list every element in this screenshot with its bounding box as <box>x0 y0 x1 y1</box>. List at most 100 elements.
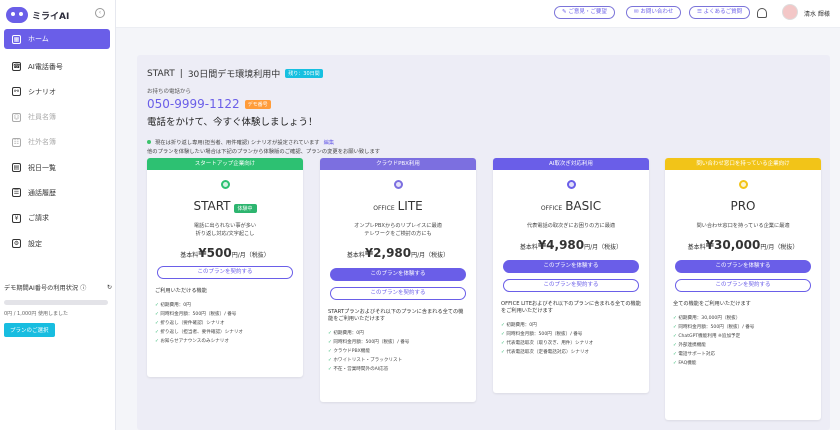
staff-icon: ☺ <box>12 112 21 122</box>
plan-header: AI取次ぎ対応利用 <box>493 158 649 170</box>
sidebar-item-1[interactable]: ☎ AI電話番号 <box>4 54 110 79</box>
plan-header: クラウドPBX利用 <box>320 158 476 170</box>
contract-plan-button[interactable]: このプランを契約する <box>675 279 811 292</box>
scenario-icon: ⚯ <box>12 87 21 97</box>
scenario-note: 現在は折り返し専用(担当者、用件確認) シナリオが設定されています 編集 <box>147 138 334 146</box>
sidebar-item-label: シナリオ <box>28 87 56 96</box>
home-icon: ▦ <box>12 34 21 44</box>
feature-item: 外部連携機能 <box>673 341 821 350</box>
sidebar-item-label: 社員名簿 <box>28 113 56 122</box>
robot-logo-icon <box>6 7 28 23</box>
plan-card: 問い合わせ窓口を持っている企業向け PRO 問い合わせ窓口を持っている企業に最適基本… <box>665 158 821 420</box>
feature-item: 代表電話取次（定番電話対応）シナリオ <box>501 348 649 357</box>
feature-list: 初期費用：0円同時料金月額：500円（税抜）/ 番号折り返し（要件確認）シナリオ… <box>155 301 303 346</box>
feature-title: ご利用いただける機能 <box>155 288 207 294</box>
plan-icon <box>393 180 403 189</box>
try-plan-button[interactable]: このプランを体験する <box>330 268 466 281</box>
plan-note: 他のプランを体験したい場合は下記のプランから体験版のご確認、プランの変更をお願い… <box>147 149 381 155</box>
usage-panel: デモ期間AI番号の利用状況 ⓘ ↻ 0円 / 1,000円 使用しました プラン… <box>4 283 112 337</box>
plan-name: PRO <box>730 199 756 213</box>
usage-text: 0円 / 1,000円 使用しました <box>4 311 68 317</box>
days-remaining-badge: 残り：30日間 <box>285 69 323 78</box>
plan-icon <box>566 180 576 189</box>
feature-item: 代表電話取次（取り次ぎ、用件）シナリオ <box>501 339 649 348</box>
feature-item: お知らせアナウンスのみシナリオ <box>155 337 303 346</box>
history-icon: ☰ <box>12 188 21 198</box>
feedback-button[interactable]: ✎ ご意見・ご要望 <box>554 6 615 19</box>
logo-text: ミライAI <box>32 11 70 22</box>
plan-price: 基本料¥2,980円/月（税抜） <box>346 246 450 260</box>
usage-bar <box>4 300 108 305</box>
plan-desc: オンプレPBXからのリプレイスに最適 テレワークをご検討の方にも <box>354 223 442 237</box>
plan-icon <box>738 180 748 189</box>
feature-item: 初期費用：30,000円（税抜） <box>673 314 821 323</box>
demo-number-badge: デモ番号 <box>244 99 271 109</box>
sidebar-item-7[interactable]: ¥ ご請求 <box>4 206 110 231</box>
sidebar-item-label: 祝日一覧 <box>28 163 56 172</box>
try-plan-button[interactable]: このプランを体験する <box>675 260 811 273</box>
calendar-icon: ▤ <box>12 163 21 173</box>
plan-price: 基本料¥500円/月（税抜） <box>180 246 270 260</box>
sidebar-item-label: 設定 <box>28 239 42 248</box>
plan-header: スタートアップ企業向け <box>147 158 303 170</box>
feature-item: 初期費用：0円 <box>501 321 649 330</box>
feature-item: 不在・営業時間外のAI応答 <box>328 365 476 374</box>
plan-header: 問い合わせ窓口を持っている企業向け <box>665 158 821 170</box>
try-plan-button[interactable]: このプランを体験する <box>503 260 639 273</box>
bell-icon[interactable] <box>757 8 767 18</box>
plan-card: スタートアップ企業向け START 体験中 電話に出られない事が多い 折り返し対応/文… <box>147 158 303 377</box>
invoice-icon: ¥ <box>12 213 21 223</box>
collapse-sidebar-icon[interactable]: ‹ <box>95 8 105 18</box>
feature-item: 初期費用：0円 <box>155 301 303 310</box>
plan-desc: 代表電話の取次ぎにお困りの方に最適 <box>526 223 616 229</box>
feature-item: 折り返し（担当者、要件確認）シナリオ <box>155 328 303 337</box>
refresh-icon[interactable]: ↻ <box>107 284 112 291</box>
plan-card: クラウドPBX利用 OFFICE LITE オンプレPBXからのリプレイスに最適 テレワ… <box>320 158 476 402</box>
feature-item: 折り返し（要件確認）シナリオ <box>155 319 303 328</box>
feature-item: FAQ機能 <box>673 359 821 368</box>
plan-name: OFFICE LITE <box>373 199 423 213</box>
plan-select-button[interactable]: プランのご選択 <box>4 323 55 337</box>
status-dot-icon <box>147 140 151 144</box>
sidebar-item-5[interactable]: ▤ 祝日一覧 <box>4 155 110 180</box>
usage-title: デモ期間AI番号の利用状況 ⓘ <box>4 285 87 292</box>
logo[interactable]: ミライAI <box>6 6 69 24</box>
phone-number: 050-9999-1122 <box>147 97 240 111</box>
feature-list: 初期費用：0円同時料金月額：500円（税抜）/ 番号クラウドPBX機能ホワイトリ… <box>328 329 476 374</box>
plan-price: 基本料¥4,980円/月（税抜） <box>519 238 623 252</box>
feature-item: 同時料金月額：500円（税抜）/ 番号 <box>155 310 303 319</box>
feature-title: 全ての機能をご利用いただけます <box>673 301 751 307</box>
feature-list: 初期費用：30,000円（税抜）同時料金月額：500円（税抜）/ 番号ChatG… <box>673 314 821 368</box>
page-title: START | 30日間デモ環境利用中 残り：30日間 <box>147 67 323 80</box>
sidebar-item-3[interactable]: ☺ 社員名簿 <box>4 105 110 130</box>
contact-button[interactable]: ✉ お問い合わせ <box>626 6 682 19</box>
sidebar-item-label: AI電話番号 <box>28 62 63 71</box>
plan-price: 基本料¥30,000円/月（税抜） <box>687 238 799 252</box>
feature-item: 初期費用：0円 <box>328 329 476 338</box>
plan-desc: 電話に出られない事が多い 折り返し対応/文字起こし <box>193 223 257 237</box>
sidebar-item-label: 社外名簿 <box>28 138 56 147</box>
user-name[interactable]: 清水 輝様 <box>804 9 830 18</box>
plan-desc: 問い合わせ窓口を持っている企業に最適 <box>696 223 790 229</box>
sidebar-nav: ▦ ホーム ☎ AI電話番号 ⚯ シナリオ ☺ 社員名簿 ☷ 社外名簿 ▤ 祝日一覧 ☰ 通話履歴 ¥ ご請求… <box>4 29 110 256</box>
sidebar-item-2[interactable]: ⚯ シナリオ <box>4 79 110 104</box>
sidebar-item-4[interactable]: ☷ 社外名簿 <box>4 130 110 155</box>
feature-list: 初期費用：0円同時料金月額：500円（税抜）/ 番号代表電話取次（取り次ぎ、用件… <box>501 321 649 357</box>
sidebar-item-label: ご請求 <box>28 214 49 223</box>
sidebar-item-6[interactable]: ☰ 通話履歴 <box>4 180 110 205</box>
contract-plan-button[interactable]: このプランを契約する <box>157 266 293 279</box>
feature-item: 同時料金月額：500円（税抜）/ 番号 <box>501 330 649 339</box>
sidebar-item-label: 通話履歴 <box>28 188 56 197</box>
call-message: 電話をかけて、今すぐ体験しましょう！ <box>147 117 318 128</box>
plan-name: OFFICE BASIC <box>540 199 602 213</box>
plan-name: START 体験中 <box>147 199 303 213</box>
sidebar-item-8[interactable]: ⚙ 設定 <box>4 231 110 256</box>
avatar[interactable] <box>782 4 798 20</box>
faq-button[interactable]: ☰ よくあるご質問 <box>689 6 751 19</box>
edit-link[interactable]: 編集 <box>324 138 335 146</box>
feature-item: 電話サポート対応 <box>673 350 821 359</box>
main-panel: START | 30日間デモ環境利用中 残り：30日間 お持ちの電話から 050-… <box>137 55 830 430</box>
contract-plan-button[interactable]: このプランを契約する <box>503 279 639 292</box>
contract-plan-button[interactable]: このプランを契約する <box>330 287 466 300</box>
sidebar-item-0[interactable]: ▦ ホーム <box>4 29 110 49</box>
